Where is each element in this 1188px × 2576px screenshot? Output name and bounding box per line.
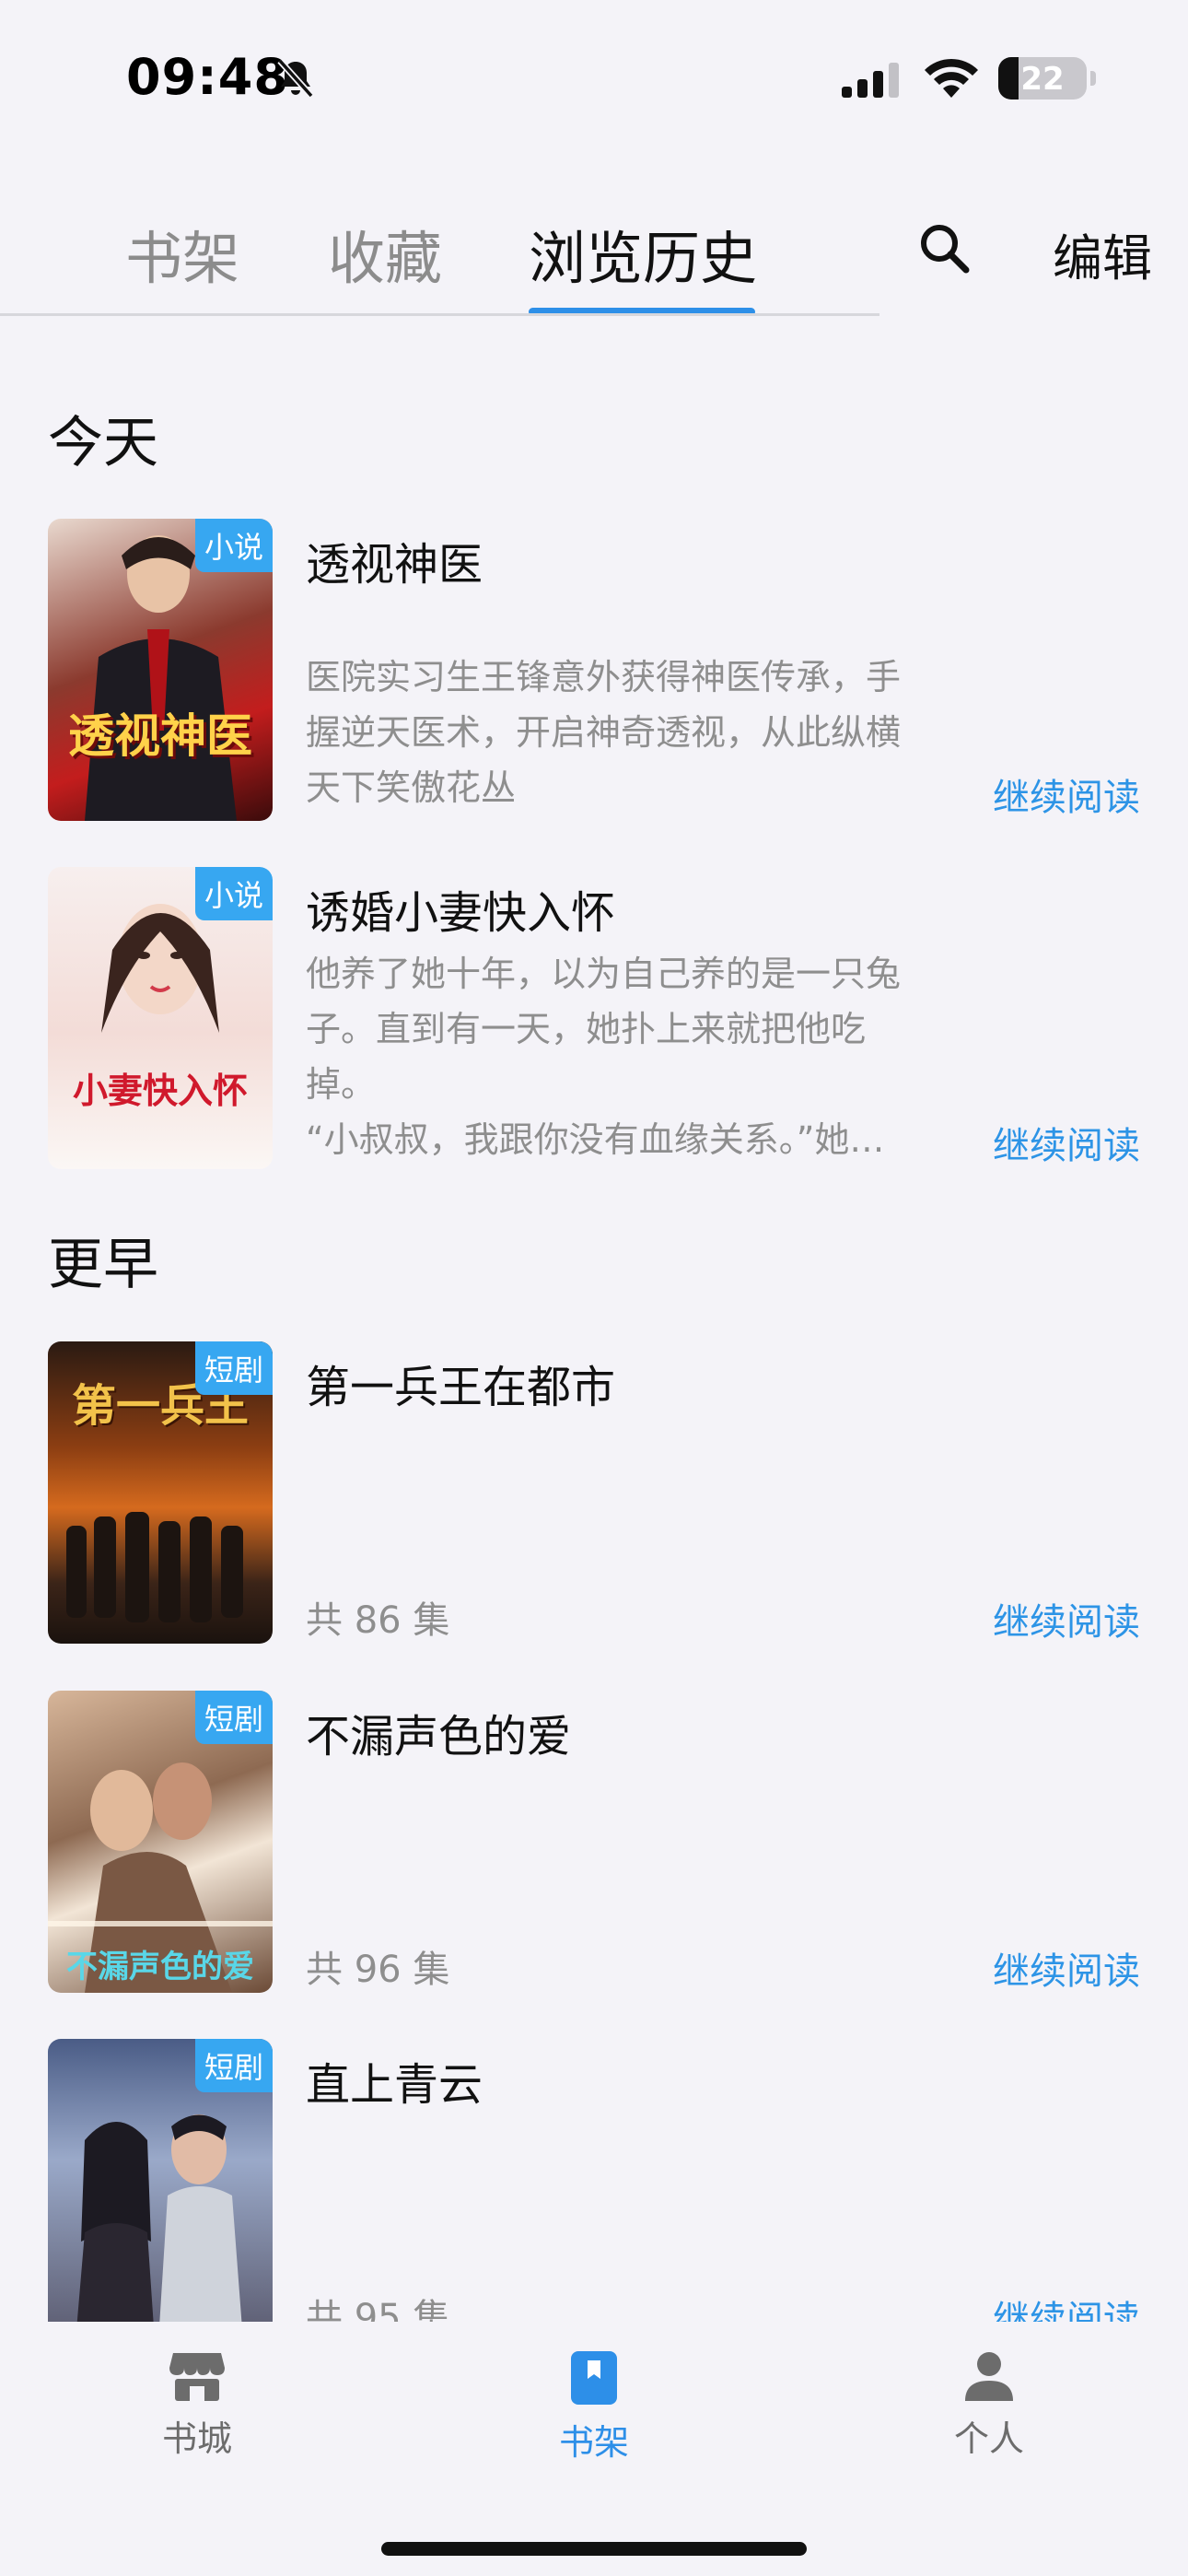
book-cover[interactable]: 小妻快入怀 小说 [48, 867, 273, 1169]
history-item[interactable]: 透视神医 小说 透视神医 医院实习生王锋意外获得神医传承，手 握逆天医术，开启神… [0, 519, 1188, 823]
drama-cover[interactable]: 第一兵王 短剧 [48, 1341, 273, 1644]
type-badge: 短剧 [194, 1341, 273, 1395]
nav-label: 书架 [558, 2422, 629, 2463]
history-item[interactable]: 不漏声色的爱 短剧 不漏声色的爱 共 96 集 继续阅读 [0, 1691, 1188, 1995]
tabs-divider [0, 313, 879, 316]
type-badge: 小说 [194, 867, 273, 920]
battery-level: 22 [1020, 61, 1065, 98]
section-title-earlier: 更早 [48, 1233, 158, 1297]
section-title-today: 今天 [48, 411, 158, 475]
item-description: 医院实习生王锋意外获得神医传承，手 握逆天医术，开启神奇透视，从此纵横 天下笑傲… [306, 657, 902, 808]
episode-count: 共 86 集 [306, 1599, 450, 1642]
history-item[interactable]: 短剧 直上青云 共 95 集 继续阅读 [0, 2039, 1188, 2322]
bookmark-book-icon [571, 2351, 617, 2405]
cover-title: 透视神医 [68, 709, 252, 763]
person-icon [965, 2352, 1013, 2401]
type-badge: 短剧 [194, 2039, 273, 2092]
item-title: 不漏声色的爱 [306, 1711, 572, 1762]
history-item[interactable]: 第一兵王 短剧 第一兵王在都市 共 86 集 继续阅读 [0, 1341, 1188, 1645]
top-tabs: 书架 收藏 浏览历史 [0, 193, 1188, 318]
drama-cover[interactable]: 短剧 [48, 2039, 273, 2322]
edit-button[interactable]: 编辑 [1053, 217, 1152, 290]
nav-label: 书城 [161, 2418, 232, 2459]
cellular-signal-icon [842, 63, 899, 98]
nav-item-profile[interactable]: 个人 [897, 2349, 1081, 2461]
continue-watching-button[interactable]: 继续阅读 [993, 1941, 1140, 1995]
status-bar: 09:48 22 [0, 0, 1188, 157]
nav-item-bookstore[interactable]: 书城 [105, 2349, 289, 2461]
continue-watching-button[interactable]: 继续阅读 [993, 2289, 1140, 2322]
cover-title: 小妻快入怀 [72, 1071, 248, 1111]
nav-item-bookshelf[interactable]: 书架 [502, 2349, 686, 2465]
continue-reading-button[interactable]: 继续阅读 [993, 1116, 1140, 1169]
history-item[interactable]: 小妻快入怀 小说 诱婚小妻快入怀 他养了她十年，以为自己养的是一只兔 子。直到有… [0, 867, 1188, 1171]
item-title: 第一兵王在都市 [306, 1362, 616, 1413]
bell-slash-icon [277, 58, 314, 99]
wifi-icon [925, 58, 978, 98]
item-title: 诱婚小妻快入怀 [306, 887, 616, 939]
search-icon[interactable] [915, 219, 973, 276]
tab-favorites[interactable]: 收藏 [328, 212, 442, 295]
type-badge: 小说 [194, 519, 273, 572]
type-badge: 短剧 [194, 1691, 273, 1744]
episode-count: 共 95 集 [306, 2297, 450, 2322]
store-icon [169, 2353, 225, 2401]
book-cover[interactable]: 透视神医 小说 [48, 519, 273, 821]
episode-count: 共 96 集 [306, 1949, 450, 1991]
home-indicator [381, 2542, 807, 2556]
nav-label: 个人 [953, 2418, 1024, 2459]
continue-reading-button[interactable]: 继续阅读 [993, 767, 1140, 821]
item-description: 他养了她十年，以为自己养的是一只兔 子。直到有一天，她扑上来就把他吃 掉。 “小… [306, 954, 902, 1160]
cover-title: 不漏声色的爱 [66, 1949, 254, 1985]
tab-history[interactable]: 浏览历史 [529, 212, 757, 295]
item-title: 直上青云 [306, 2059, 483, 2111]
item-title: 透视神医 [306, 539, 483, 591]
battery-icon: 22 [998, 57, 1096, 100]
bottom-nav: 书城 书架 个人 [0, 2322, 1188, 2576]
status-time: 09:48 [126, 48, 289, 106]
tab-bookshelf[interactable]: 书架 [125, 212, 239, 295]
drama-cover[interactable]: 不漏声色的爱 短剧 [48, 1691, 273, 1993]
continue-watching-button[interactable]: 继续阅读 [993, 1592, 1140, 1645]
